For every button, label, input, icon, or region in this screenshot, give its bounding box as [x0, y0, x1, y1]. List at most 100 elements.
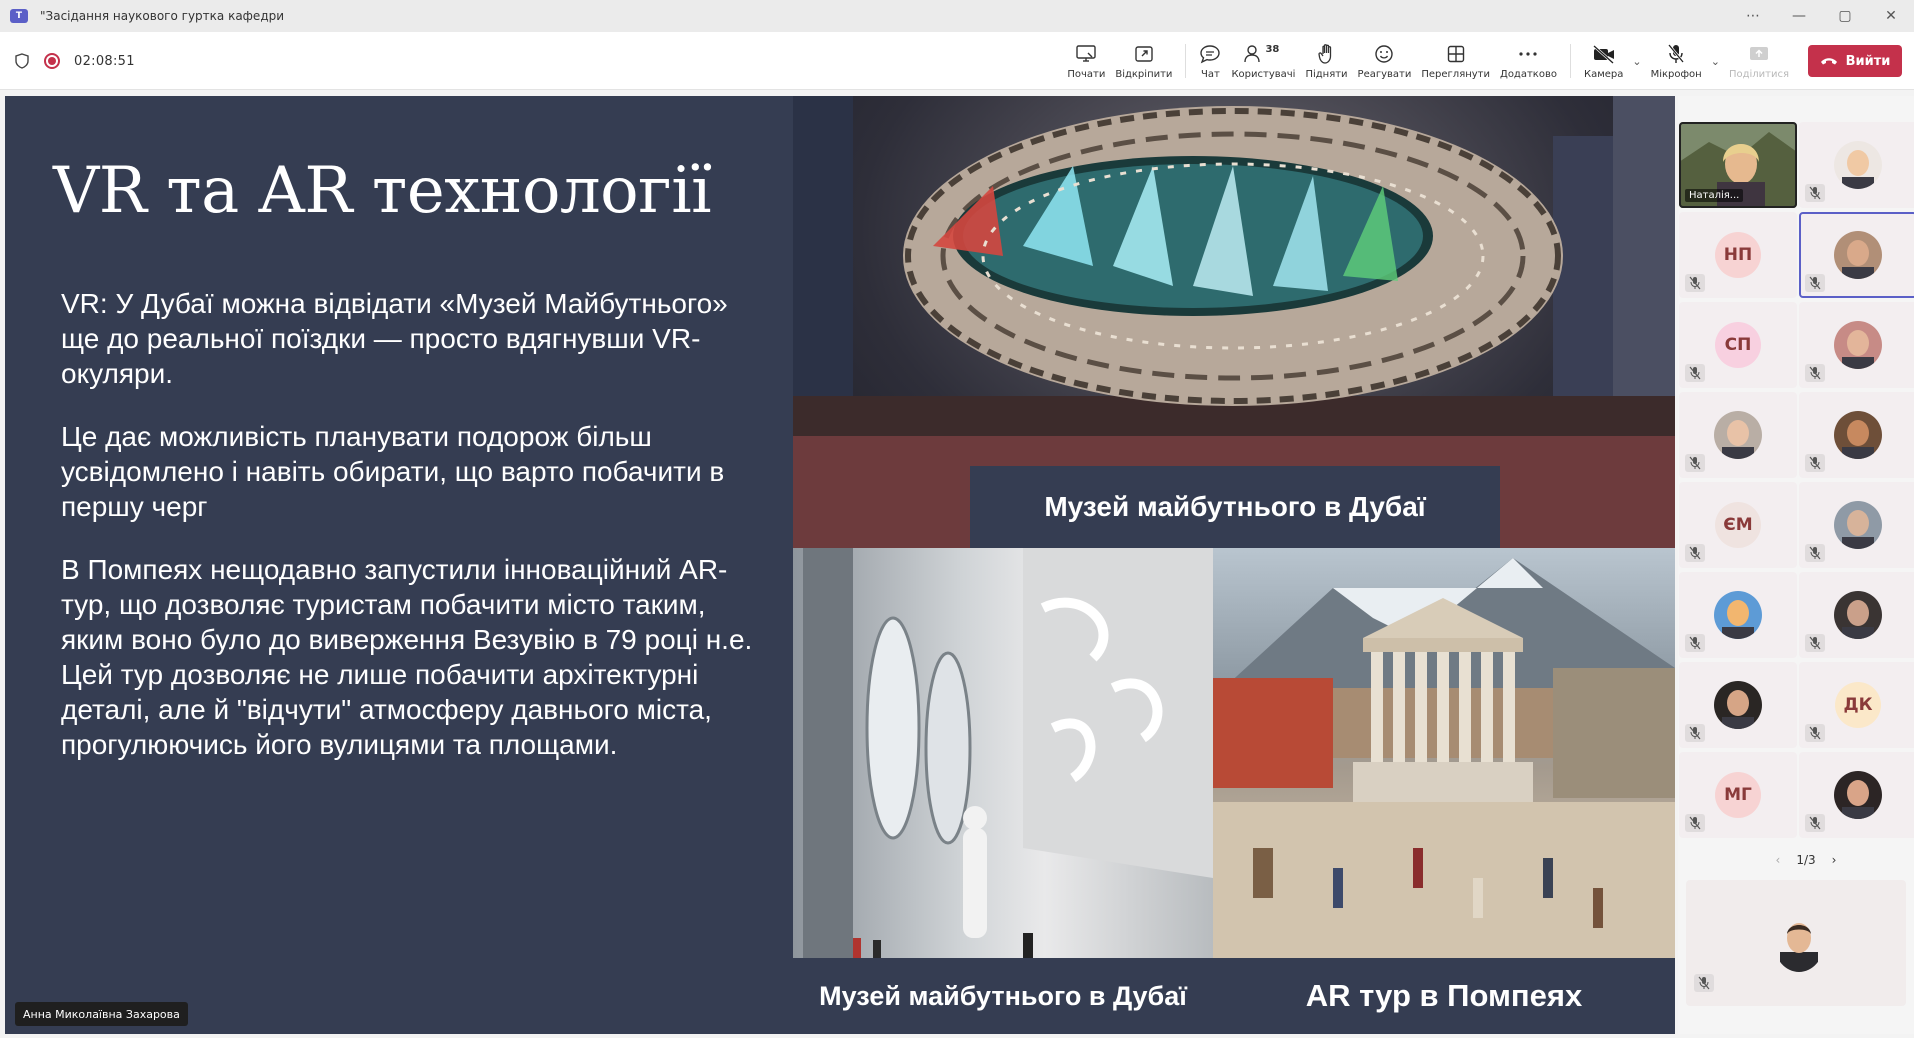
participant-tile[interactable] [1799, 482, 1914, 568]
leave-label: Вийти [1845, 53, 1891, 69]
pager-next-chevron-icon[interactable]: › [1832, 853, 1837, 867]
more-options-button[interactable]: ⋯ [1730, 0, 1776, 32]
participant-avatar [1834, 411, 1882, 459]
participant-avatar [1834, 771, 1882, 819]
toolbar-separator [1569, 44, 1571, 78]
raise-hand-button[interactable]: Підняти [1300, 32, 1352, 90]
participant-initials: ДК [1835, 682, 1881, 728]
participant-tile[interactable]: Наталія... [1679, 122, 1797, 208]
teams-meeting-window: T "Засідання наукового гуртка кафедри ⋯ … [0, 0, 1914, 1038]
participant-tile[interactable]: МГ [1679, 752, 1797, 838]
participant-tile[interactable]: НП [1679, 212, 1797, 298]
leave-button[interactable]: Вийти [1808, 45, 1902, 77]
mic-off-icon [1685, 814, 1705, 832]
participant-tile[interactable]: ЄМ [1679, 482, 1797, 568]
pager-indicator: 1/3 [1796, 853, 1816, 867]
participant-avatar [1714, 411, 1762, 459]
pager-prev-chevron-icon[interactable]: ‹ [1776, 853, 1781, 867]
mic-off-icon [1805, 724, 1825, 742]
mic-off-icon [1685, 454, 1705, 472]
start-button[interactable]: Почати [1062, 32, 1110, 90]
meeting-status: 02:08:51 [14, 32, 135, 90]
recording-icon [44, 53, 60, 69]
camera-options-chevron-icon[interactable]: ⌄ [1632, 55, 1641, 68]
meeting-timer: 02:08:51 [74, 53, 135, 69]
mic-off-icon [1805, 544, 1825, 562]
participant-tile[interactable] [1679, 662, 1797, 748]
pop-out-icon [1134, 42, 1154, 66]
screen-start-icon [1075, 42, 1097, 66]
participant-tile[interactable] [1799, 392, 1914, 478]
participant-initials: МГ [1715, 772, 1761, 818]
mic-off-icon [1685, 274, 1705, 292]
self-video-tile[interactable] [1686, 880, 1906, 1006]
self-avatar [1774, 914, 1824, 972]
participant-tile[interactable] [1799, 302, 1914, 388]
mic-off-icon [1685, 544, 1705, 562]
start-label: Почати [1067, 69, 1106, 80]
toolbar-actions: Почати Відкріпити Чат 38 Користувачі Під… [1062, 32, 1902, 90]
grid-view-icon [1446, 42, 1466, 66]
participant-name: Наталія... [1685, 189, 1744, 202]
caption-museum-top: Музей майбутнього в Дубаї [970, 466, 1500, 548]
self-mic-off-icon [1694, 974, 1714, 992]
participant-tile[interactable] [1799, 752, 1914, 838]
view-label: Переглянути [1421, 69, 1490, 80]
toolbar-separator [1185, 44, 1187, 78]
unpin-label: Відкріпити [1115, 69, 1173, 80]
minimize-button[interactable]: — [1776, 0, 1822, 32]
camera-label: Камера [1583, 69, 1624, 80]
phone-hangup-icon [1820, 58, 1837, 65]
mic-off-icon [1805, 364, 1825, 382]
participant-initials: ЄМ [1715, 502, 1761, 548]
camera-button[interactable]: Камера [1579, 32, 1628, 90]
caption-museum-bottom: Музей майбутнього в Дубаї [793, 958, 1213, 1034]
users-label: Користувачі [1231, 69, 1296, 80]
shared-content-stage: VR та AR технології VR: У Дубаї можна ві… [5, 96, 1675, 1034]
users-icon: 38 [1243, 42, 1283, 66]
close-button[interactable]: ✕ [1868, 0, 1914, 32]
users-button[interactable]: 38 Користувачі [1226, 32, 1300, 90]
participant-avatar [1714, 681, 1762, 729]
mic-off-icon [1685, 724, 1705, 742]
participant-tile[interactable]: ДК [1799, 662, 1914, 748]
participant-avatar [1834, 591, 1882, 639]
slide-paragraph-ar: В Помпеях нещодавно запустили інноваційн… [61, 554, 753, 760]
gallery-pager: ‹ 1/3 › [1766, 850, 1846, 870]
shield-icon[interactable] [14, 53, 30, 69]
slide-body: VR: У Дубаї можна відвідати «Музей Майбу… [61, 286, 771, 790]
slide-text-area: VR та AR технології VR: У Дубаї можна ві… [5, 96, 793, 1034]
mic-off-icon [1666, 42, 1686, 66]
maximize-button[interactable]: ▢ [1822, 0, 1868, 32]
view-button[interactable]: Переглянути [1416, 32, 1495, 90]
slide-paragraph-planning: Це дає можливість планувати подорож біль… [61, 421, 725, 522]
mic-off-icon [1805, 274, 1825, 292]
mic-options-chevron-icon[interactable]: ⌄ [1711, 55, 1720, 68]
participant-tile[interactable] [1799, 122, 1914, 208]
mic-off-icon [1805, 184, 1825, 202]
participant-initials: НП [1715, 232, 1761, 278]
participant-tile[interactable] [1799, 212, 1914, 298]
raise-hand-label: Підняти [1305, 69, 1348, 80]
microphone-button[interactable]: Мікрофон [1646, 32, 1707, 90]
share-screen-icon [1748, 42, 1770, 66]
participant-tile[interactable]: СП [1679, 302, 1797, 388]
meeting-toolbar: 02:08:51 Почати Відкріпити Чат 38 Корист… [0, 32, 1914, 90]
ellipsis-icon [1518, 42, 1538, 66]
chat-button[interactable]: Чат [1194, 32, 1226, 90]
participant-tile[interactable] [1799, 572, 1914, 658]
participant-avatar [1834, 141, 1882, 189]
participant-tile[interactable] [1679, 572, 1797, 658]
participant-tile[interactable] [1679, 392, 1797, 478]
react-button[interactable]: Реагувати [1353, 32, 1417, 90]
camera-off-icon [1592, 42, 1616, 66]
participant-avatar [1714, 591, 1762, 639]
more-actions-button[interactable]: Додатково [1495, 32, 1562, 90]
chat-icon [1199, 42, 1221, 66]
title-bar: T "Засідання наукового гуртка кафедри ⋯ … [0, 0, 1914, 32]
unpin-button[interactable]: Відкріпити [1110, 32, 1177, 90]
participants-gallery: Наталія... НП СП ЄМ ДК МГ ‹ 1/3 › [1678, 96, 1914, 1034]
share-button[interactable]: Поділитися [1724, 32, 1794, 90]
participant-avatar [1834, 321, 1882, 369]
mic-off-icon [1685, 364, 1705, 382]
